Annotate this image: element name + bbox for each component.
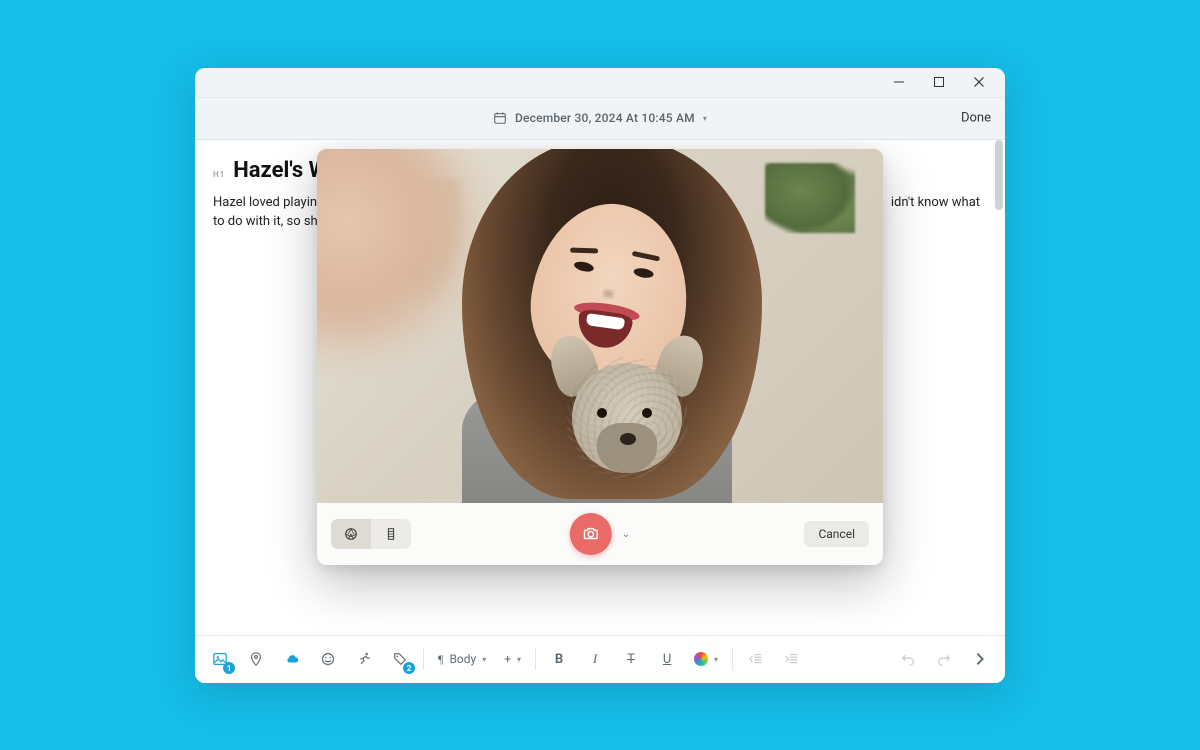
underline-icon: U [663,652,671,667]
italic-icon: I [593,651,597,667]
pilcrow-icon: ¶ [438,652,443,667]
toolbar-overflow-button[interactable] [963,643,997,675]
smiley-icon [320,651,336,667]
outdent-icon [748,651,764,667]
filmstrip-icon [384,527,398,541]
activity-button[interactable] [347,643,381,675]
insert-menu[interactable]: + ▾ [496,643,529,675]
scrollbar[interactable] [995,140,1003,635]
done-button[interactable]: Done [961,111,991,126]
attach-image-button[interactable]: 1 [203,643,237,675]
video-mode-button[interactable] [371,519,411,549]
scrollbar-thumb[interactable] [995,140,1003,210]
calendar-icon [493,111,507,125]
running-icon [356,651,372,667]
chevron-down-icon: ▾ [517,655,521,664]
chevron-down-icon: ▾ [482,655,486,664]
chevron-down-icon: ▾ [703,114,707,123]
close-button[interactable] [959,68,999,96]
toolbar-separator [423,648,424,670]
titlebar [195,68,1005,98]
app-window: December 30, 2024 At 10:45 AM ▾ Done H1 … [195,68,1005,683]
redo-button[interactable] [927,643,961,675]
camera-preview [317,149,883,503]
date-picker[interactable]: December 30, 2024 At 10:45 AM ▾ [493,111,707,125]
underline-button[interactable]: U [650,643,684,675]
chevron-down-icon: ▾ [714,655,718,664]
text-color-button[interactable]: ▾ [686,643,726,675]
color-wheel-icon [694,652,708,666]
body-fragment-left: Hazel loved playing [213,195,324,210]
redo-icon [936,651,952,667]
undo-icon [900,651,916,667]
image-count-badge: 1 [223,662,235,674]
photo-mode-button[interactable] [331,519,371,549]
bottom-toolbar: 1 [195,635,1005,683]
indent-button[interactable] [775,643,809,675]
header-bar: December 30, 2024 At 10:45 AM ▾ Done [195,98,1005,140]
location-button[interactable] [239,643,273,675]
camera-icon [582,525,600,543]
italic-button[interactable]: I [578,643,612,675]
shutter-options-chevron[interactable]: ⌄ [622,529,630,540]
tags-button[interactable]: 2 [383,643,417,675]
bold-button[interactable]: B [542,643,576,675]
cloud-icon [284,651,300,667]
minimize-button[interactable] [879,68,919,96]
aperture-icon [344,527,358,541]
editor-area[interactable]: H1 Hazel's Weekend Hazel loved playing i… [195,140,1005,635]
cancel-button[interactable]: Cancel [804,521,869,547]
paragraph-style-picker[interactable]: ¶ Body ▾ [430,643,494,675]
plus-icon: + [504,652,511,666]
indent-icon [784,651,800,667]
body-fragment-line2: to do with it, so she [213,214,325,229]
mood-button[interactable] [311,643,345,675]
style-label: Body [449,652,476,666]
outdent-button[interactable] [739,643,773,675]
tag-count-badge: 2 [403,662,415,674]
bold-icon: B [555,652,563,667]
body-fragment-right: idn't know what [891,195,980,210]
date-label: December 30, 2024 At 10:45 AM [515,111,695,125]
weather-button[interactable] [275,643,309,675]
camera-footer: ⌄ Cancel [317,503,883,565]
shutter-button[interactable] [570,513,612,555]
chevron-right-icon [972,651,988,667]
strikethrough-icon: T [627,652,635,667]
camera-modal: ⌄ Cancel [317,149,883,565]
strikethrough-button[interactable]: T [614,643,648,675]
heading-badge: H1 [213,170,225,179]
toolbar-separator [535,648,536,670]
toolbar-separator [732,648,733,670]
maximize-button[interactable] [919,68,959,96]
undo-button[interactable] [891,643,925,675]
location-pin-icon [248,651,264,667]
camera-mode-toggle [331,519,411,549]
